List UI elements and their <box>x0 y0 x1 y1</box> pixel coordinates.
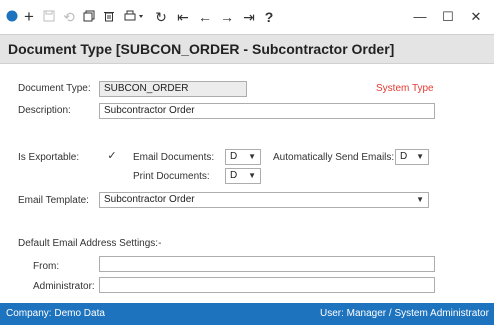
company-status: Company: Demo Data <box>6 308 105 319</box>
undo-icon[interactable]: ⟲ <box>60 8 78 26</box>
print-documents-label: Print Documents: <box>133 171 210 182</box>
chevron-down-icon: ▼ <box>416 152 424 161</box>
delete-icon[interactable] <box>100 8 118 26</box>
minimize-icon[interactable]: — <box>410 8 430 26</box>
page-header: Document Type [SUBCON_ORDER - Subcontrac… <box>0 34 494 64</box>
circle-icon[interactable] <box>4 8 20 26</box>
next-record-icon[interactable]: → <box>218 8 236 26</box>
from-field[interactable] <box>99 256 435 272</box>
document-type-form: Document Type: SUBCON_ORDER System Type … <box>0 65 494 303</box>
first-record-icon[interactable]: ⇤ <box>174 8 192 26</box>
email-documents-label: Email Documents: <box>133 152 215 163</box>
maximize-icon[interactable]: ☐ <box>438 8 458 26</box>
description-field[interactable]: Subcontractor Order <box>99 103 435 119</box>
is-exportable-label: Is Exportable: <box>18 152 80 163</box>
add-icon[interactable]: + <box>20 8 38 26</box>
administrator-field[interactable] <box>99 277 435 293</box>
email-documents-value: D <box>230 151 238 162</box>
print-icon[interactable] <box>122 8 148 26</box>
is-exportable-checkbox[interactable]: ✓ <box>106 150 118 162</box>
default-email-heading: Default Email Address Settings:- <box>18 238 162 249</box>
chevron-down-icon: ▼ <box>248 171 256 180</box>
email-template-label: Email Template: <box>18 195 89 206</box>
print-documents-value: D <box>230 170 238 181</box>
from-label: From: <box>33 261 60 272</box>
auto-send-emails-value: D <box>400 151 408 162</box>
print-documents-select[interactable]: D ▼ <box>225 168 261 184</box>
page-title: Document Type [SUBCON_ORDER - Subcontrac… <box>8 41 395 57</box>
administrator-label: Administrator: <box>33 281 95 292</box>
chevron-down-icon: ▼ <box>416 195 424 204</box>
refresh-icon[interactable]: ↻ <box>152 8 170 26</box>
chevron-down-icon: ▼ <box>248 152 256 161</box>
email-documents-select[interactable]: D ▼ <box>225 149 261 165</box>
auto-send-emails-label: Automatically Send Emails: <box>273 152 395 163</box>
previous-record-icon[interactable]: ← <box>196 8 214 26</box>
toolbar: + ⟲ ↻ ⇤ ← → ⇥ ? — ☐ ✕ <box>0 0 494 34</box>
email-template-select[interactable]: Subcontractor Order ▼ <box>99 192 429 208</box>
close-icon[interactable]: ✕ <box>466 8 486 26</box>
help-icon[interactable]: ? <box>260 8 278 26</box>
user-status: User: Manager / System Administrator <box>320 308 489 319</box>
email-template-value: Subcontractor Order <box>104 194 195 205</box>
save-icon[interactable] <box>40 8 58 26</box>
copy-icon[interactable] <box>80 8 98 26</box>
last-record-icon[interactable]: ⇥ <box>240 8 258 26</box>
status-bar: Company: Demo Data User: Manager / Syste… <box>0 303 494 325</box>
auto-send-emails-select[interactable]: D ▼ <box>395 149 429 165</box>
document-type-field[interactable]: SUBCON_ORDER <box>99 81 247 97</box>
description-label: Description: <box>18 105 71 116</box>
document-type-label: Document Type: <box>18 83 91 94</box>
system-type-label: System Type <box>376 83 434 94</box>
